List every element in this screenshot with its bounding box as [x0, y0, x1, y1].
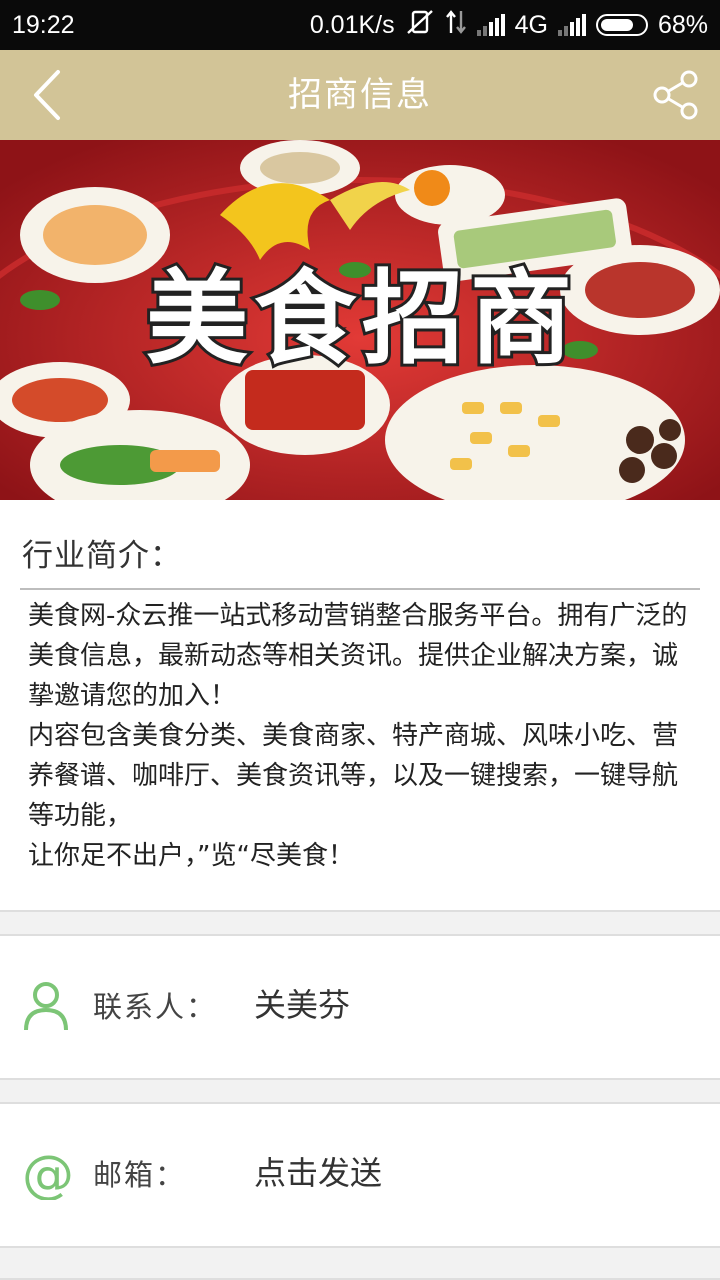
page-title: 招商信息 [288, 75, 432, 115]
intro-divider [20, 588, 700, 590]
network-type: 4G [514, 10, 548, 39]
intro-paragraph: 让你足不出户，”览“尽美食！ [28, 841, 354, 871]
banner-headline: 美食招商 [146, 260, 578, 379]
contact-name: 关美芬 [254, 986, 351, 1024]
data-arrows-icon [445, 9, 467, 42]
contact-row: 联系人： 关美芬 [0, 936, 720, 1076]
email-row[interactable]: @ 邮箱： 点击发送 [0, 1104, 720, 1244]
section-divider [0, 910, 720, 936]
signal-icon [557, 14, 586, 36]
section-divider [0, 1246, 720, 1280]
contact-label: 联系人： [93, 990, 218, 1024]
signal-icon [476, 14, 505, 36]
battery-percent: 68% [657, 10, 708, 39]
at-sign-icon: @ [22, 1148, 74, 1200]
battery-icon [595, 14, 648, 36]
intro-paragraph: 美食网-众云推一站式移动营销整合服务平台。拥有广泛的美食信息，最新动态等相关资讯… [28, 601, 688, 711]
intro-body: 美食网-众云推一站式移动营销整合服务平台。拥有广泛的美食信息，最新动态等相关资讯… [28, 596, 696, 876]
banner-image: 美食招商 [0, 140, 720, 500]
network-speed: 0.01K/s [309, 10, 395, 39]
person-icon [24, 982, 68, 1031]
mute-icon [405, 9, 435, 42]
status-bar: 19:22 0.01K/s 4G 68% [0, 0, 720, 50]
email-label: 邮箱： [93, 1158, 187, 1192]
send-email-link[interactable]: 点击发送 [254, 1148, 382, 1194]
intro-heading: 行业简介： [22, 538, 182, 574]
share-icon [653, 70, 698, 120]
status-time: 19:22 [12, 10, 75, 39]
section-divider [0, 1078, 720, 1104]
share-button[interactable] [646, 65, 706, 125]
svg-text:@: @ [22, 1148, 74, 1200]
intro-paragraph: 内容包含美食分类、美食商家、特产商城、风味小吃、营养餐谱、咖啡厅、美食资讯等，以… [28, 721, 679, 831]
app-bar: 招商信息 [0, 50, 720, 140]
